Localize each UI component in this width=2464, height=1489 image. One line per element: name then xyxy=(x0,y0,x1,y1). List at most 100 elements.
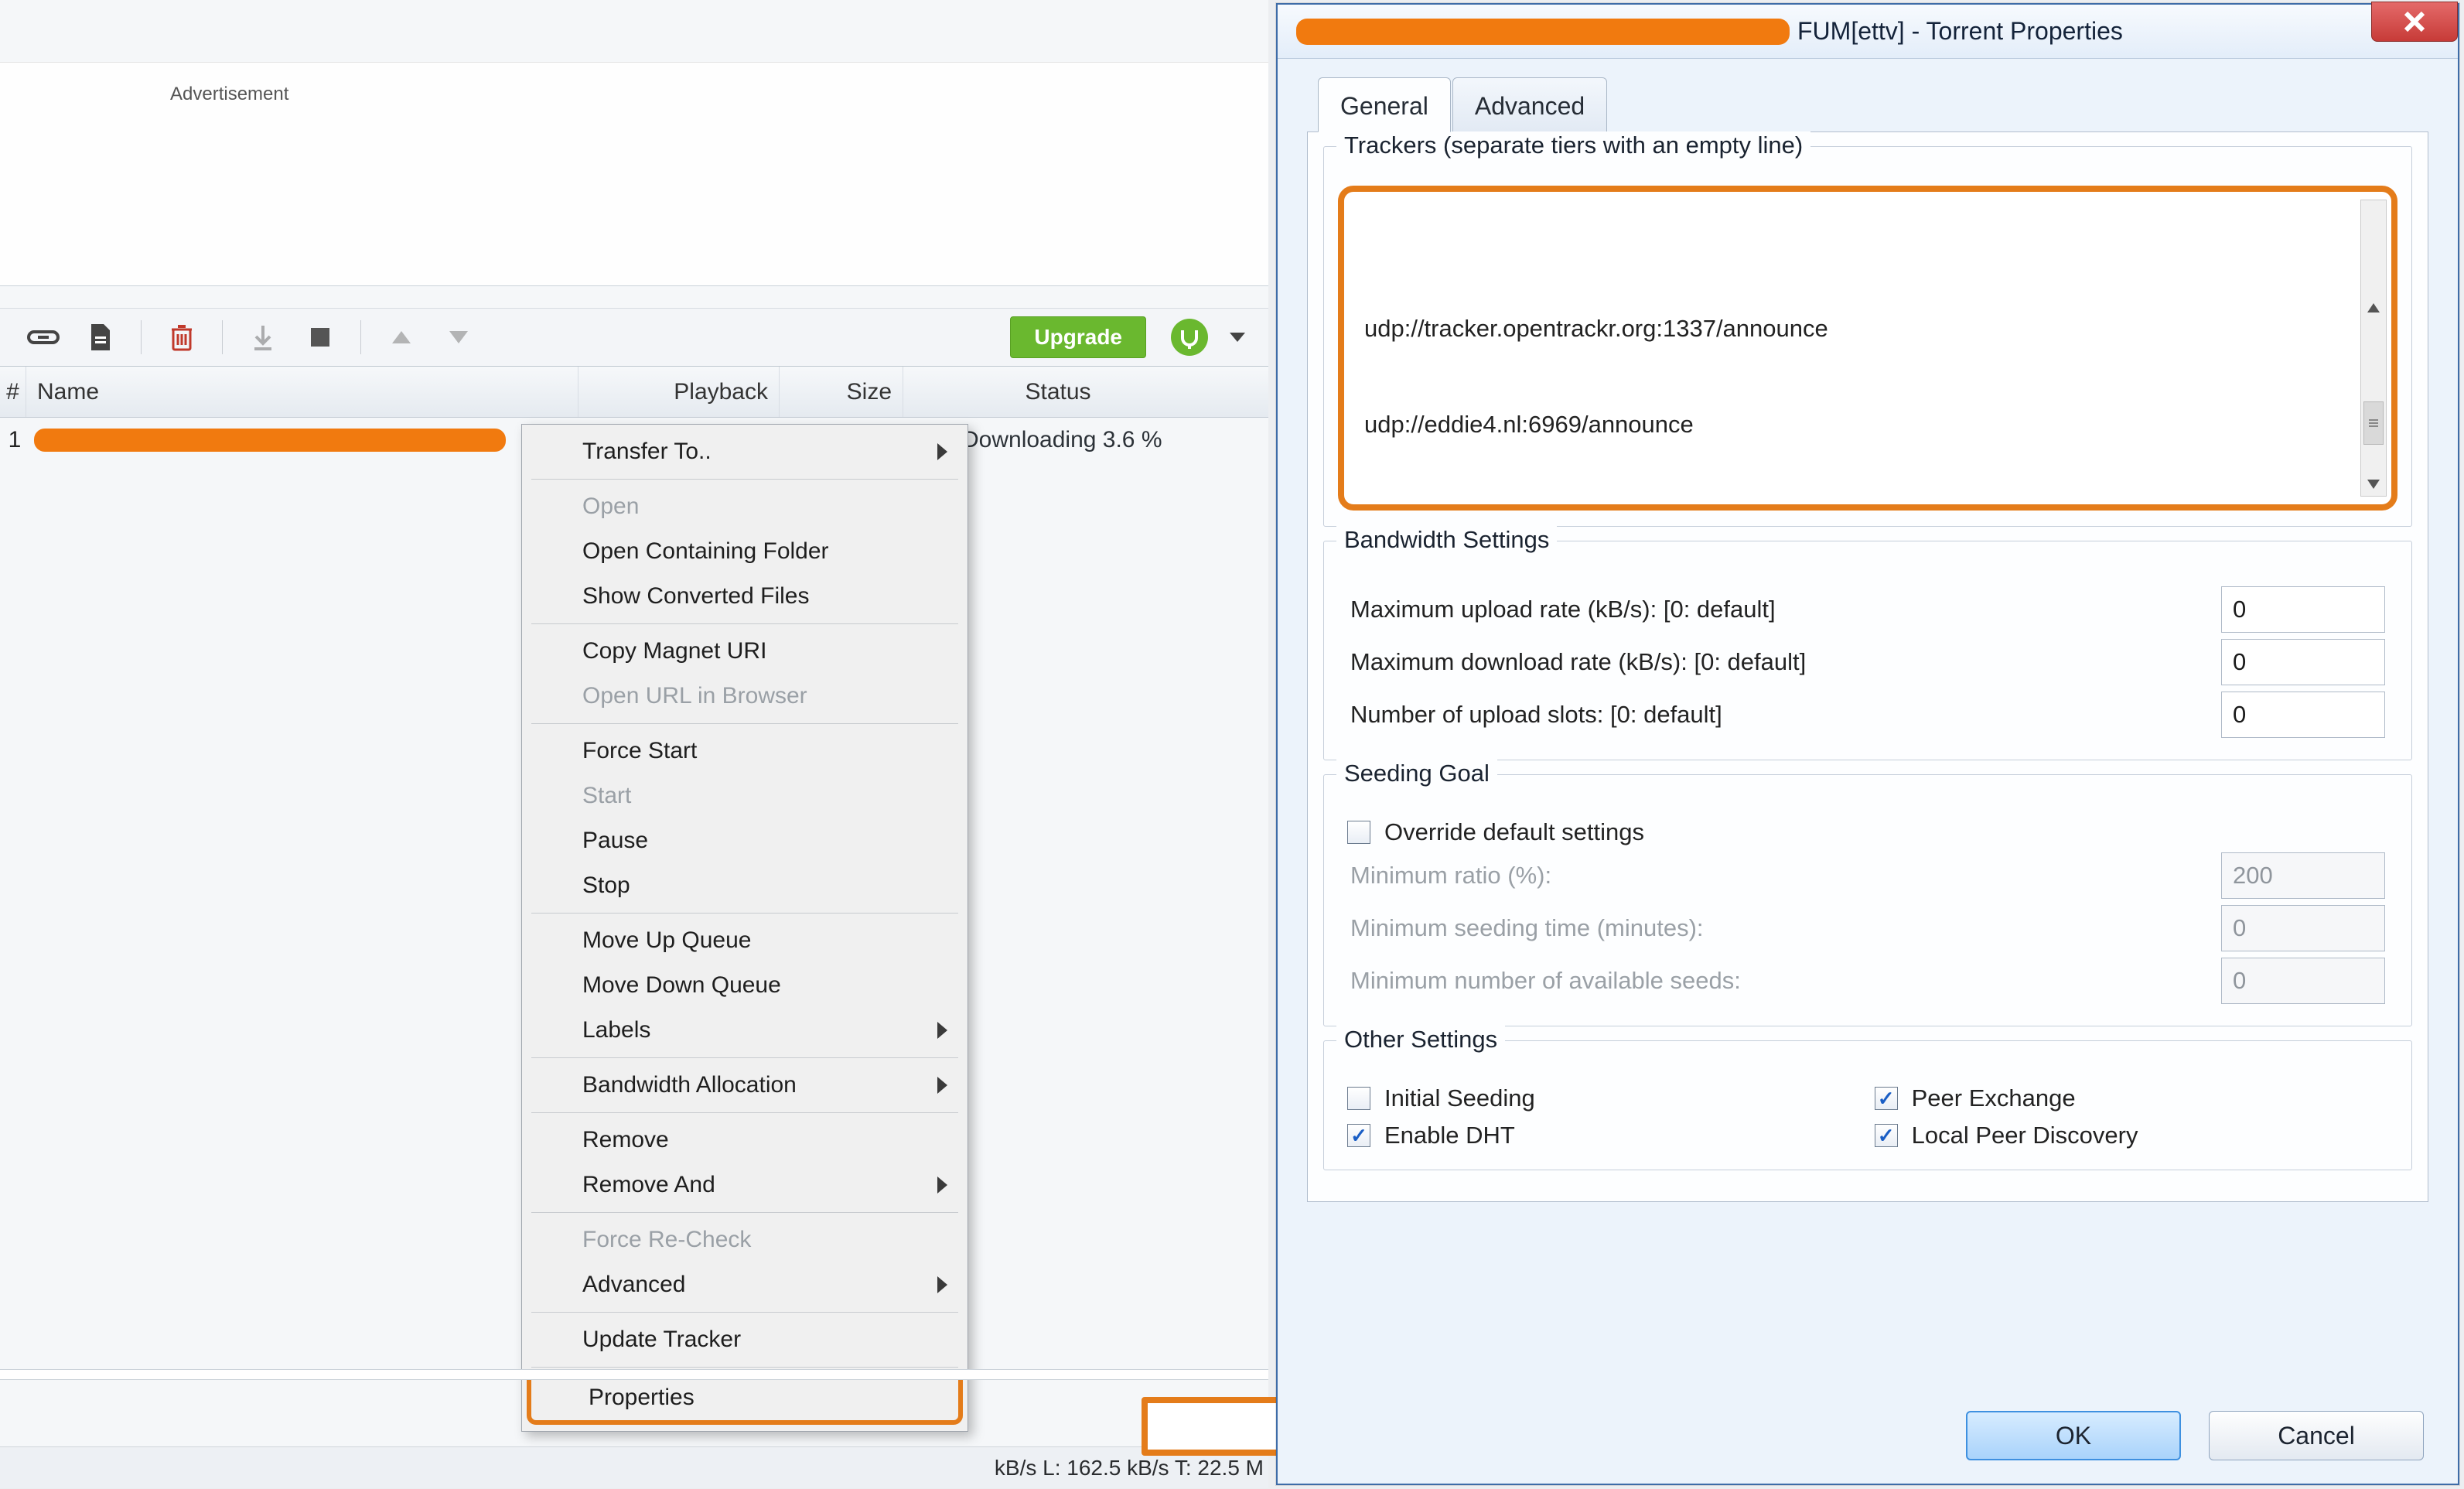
menu-label: Transfer To.. xyxy=(582,439,712,465)
menu-start: Start xyxy=(525,774,964,818)
input-value: 0 xyxy=(2233,701,2246,729)
initial-seeding-label: Initial Seeding xyxy=(1384,1084,1535,1112)
submenu-arrow-icon xyxy=(937,1077,947,1094)
menu-move-up[interactable]: Move Up Queue xyxy=(525,918,964,963)
toolbar: Upgrade xyxy=(0,308,1268,367)
scroll-down-icon[interactable] xyxy=(2361,473,2386,496)
menu-open-containing[interactable]: Open Containing Folder xyxy=(525,529,964,574)
menu-label: Labels xyxy=(582,1017,650,1043)
input-value: 0 xyxy=(2233,596,2246,623)
menu-label: Bandwidth Allocation xyxy=(582,1072,797,1098)
other-legend: Other Settings xyxy=(1336,1026,1505,1054)
upload-slots-input[interactable]: 0 xyxy=(2221,692,2385,738)
menu-label: Remove And xyxy=(582,1172,715,1198)
menu-update-tracker[interactable]: Update Tracker xyxy=(525,1317,964,1362)
local-peer-label: Local Peer Discovery xyxy=(1912,1122,2138,1149)
menu-label: Open xyxy=(582,493,639,520)
move-down-icon[interactable] xyxy=(435,316,482,359)
bottom-pane xyxy=(0,1369,1268,1380)
menu-copy-magnet[interactable]: Copy Magnet URI xyxy=(525,629,964,674)
main-window: Advertisement Upgrade xyxy=(0,0,1268,1488)
dropdown-icon[interactable] xyxy=(1230,333,1245,342)
menu-show-converted[interactable]: Show Converted Files xyxy=(525,574,964,619)
torrent-table-header: # Name Playback Size Status xyxy=(0,367,1268,418)
menu-force-start[interactable]: Force Start xyxy=(525,729,964,774)
menu-separator xyxy=(531,1112,958,1113)
move-up-icon[interactable] xyxy=(378,316,425,359)
menu-remove-and[interactable]: Remove And xyxy=(525,1163,964,1207)
submenu-arrow-icon xyxy=(937,1177,947,1194)
col-index[interactable]: # xyxy=(0,367,26,417)
max-download-input[interactable]: 0 xyxy=(2221,639,2385,685)
menu-pause[interactable]: Pause xyxy=(525,818,964,863)
trackers-textarea[interactable]: udp://tracker.opentrackr.org:1337/announ… xyxy=(1338,186,2397,511)
override-row[interactable]: Override default settings xyxy=(1347,818,2388,846)
enable-dht-label: Enable DHT xyxy=(1384,1122,1515,1149)
delete-icon[interactable] xyxy=(159,316,205,359)
peer-exchange-checkbox[interactable] xyxy=(1875,1087,1898,1110)
scroll-thumb[interactable] xyxy=(2363,401,2384,445)
menu-separator xyxy=(531,913,958,914)
menu-label: Remove xyxy=(582,1127,669,1153)
menu-separator xyxy=(531,723,958,724)
menu-label: Update Tracker xyxy=(582,1327,741,1353)
menu-labels[interactable]: Labels xyxy=(525,1008,964,1053)
input-value: 0 xyxy=(2233,914,2246,942)
scroll-up-icon[interactable] xyxy=(2361,296,2386,319)
menu-advanced[interactable]: Advanced xyxy=(525,1262,964,1307)
add-url-icon[interactable] xyxy=(20,316,67,359)
row-peer-exchange[interactable]: Peer Exchange xyxy=(1875,1084,2384,1112)
initial-seeding-checkbox[interactable] xyxy=(1347,1087,1370,1110)
menu-transfer-to[interactable]: Transfer To.. xyxy=(525,429,964,474)
menu-separator xyxy=(531,1057,958,1058)
dialog-titlebar[interactable]: FUM[ettv] - Torrent Properties xyxy=(1278,5,2458,59)
start-download-icon[interactable] xyxy=(240,316,286,359)
menu-bandwidth-allocation[interactable]: Bandwidth Allocation xyxy=(525,1063,964,1108)
menu-label: Stop xyxy=(582,873,630,899)
dialog-tabs: General Advanced xyxy=(1318,77,2458,132)
menu-label: Pause xyxy=(582,828,648,854)
local-peer-checkbox[interactable] xyxy=(1875,1124,1898,1147)
row-local-peer[interactable]: Local Peer Discovery xyxy=(1875,1122,2384,1149)
row-index: 1 xyxy=(0,427,26,453)
close-button[interactable] xyxy=(2371,2,2458,42)
cancel-button[interactable]: Cancel xyxy=(2209,1411,2424,1460)
col-size[interactable]: Size xyxy=(780,367,903,417)
scrollbar[interactable] xyxy=(2360,200,2387,497)
menu-separator xyxy=(531,1312,958,1313)
add-torrent-icon[interactable] xyxy=(77,316,124,359)
upgrade-button[interactable]: Upgrade xyxy=(1010,316,1146,358)
col-status[interactable]: Status xyxy=(903,367,1213,417)
utorrent-icon[interactable] xyxy=(1171,319,1208,356)
input-value: 0 xyxy=(2233,648,2246,676)
properties-dialog: FUM[ettv] - Torrent Properties General A… xyxy=(1276,3,2459,1485)
row-enable-dht[interactable]: Enable DHT xyxy=(1347,1122,1856,1149)
tab-advanced[interactable]: Advanced xyxy=(1452,77,1607,132)
override-checkbox[interactable] xyxy=(1347,821,1370,844)
menu-label: Force Re-Check xyxy=(582,1227,751,1253)
col-name[interactable]: Name xyxy=(26,367,578,417)
menu-open-url: Open URL in Browser xyxy=(525,674,964,719)
max-upload-label: Maximum upload rate (kB/s): [0: default] xyxy=(1350,596,1776,623)
submenu-arrow-icon xyxy=(937,443,947,460)
tab-general[interactable]: General xyxy=(1318,77,1451,132)
stop-icon[interactable] xyxy=(297,316,343,359)
menu-label: Advanced xyxy=(582,1272,685,1298)
max-download-label: Maximum download rate (kB/s): [0: defaul… xyxy=(1350,648,1806,676)
min-seeds-label: Minimum number of available seeds: xyxy=(1350,967,1741,995)
menu-separator xyxy=(531,1212,958,1213)
menu-open: Open xyxy=(525,484,964,529)
tab-general-body: Trackers (separate tiers with an empty l… xyxy=(1307,131,2428,1202)
menu-stop[interactable]: Stop xyxy=(525,863,964,908)
max-upload-input[interactable]: 0 xyxy=(2221,586,2385,633)
menu-move-down[interactable]: Move Down Queue xyxy=(525,963,964,1008)
row-initial-seeding[interactable]: Initial Seeding xyxy=(1347,1084,1856,1112)
toolbar-separator xyxy=(360,320,361,354)
enable-dht-checkbox[interactable] xyxy=(1347,1124,1370,1147)
menu-remove[interactable]: Remove xyxy=(525,1118,964,1163)
submenu-arrow-icon xyxy=(937,1022,947,1039)
ok-button[interactable]: OK xyxy=(1966,1411,2181,1460)
col-playback[interactable]: Playback xyxy=(578,367,780,417)
menu-separator xyxy=(531,623,958,624)
context-menu: Transfer To.. Open Open Containing Folde… xyxy=(521,424,968,1432)
